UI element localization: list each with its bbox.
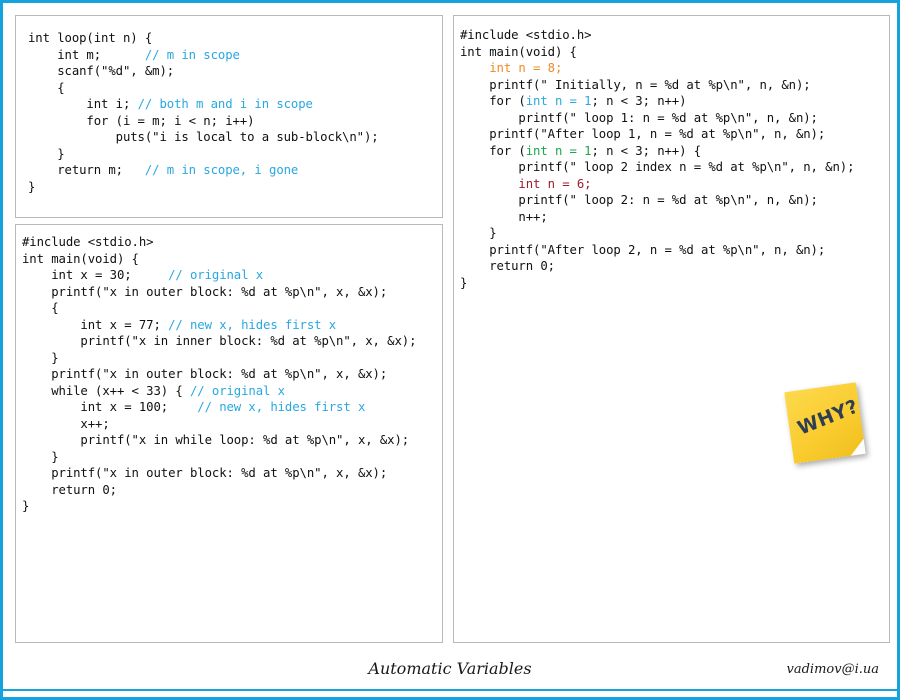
- code-panel-for-loop-scopes: #include <stdio.h> int main(void) { int …: [453, 15, 890, 643]
- footer-title: Automatic Variables: [368, 659, 532, 678]
- code-block-block-shadowing: #include <stdio.h> int main(void) { int …: [22, 235, 417, 513]
- sticky-note-dogear-icon: [848, 438, 866, 456]
- code-block-for-loop-scopes: #include <stdio.h> int main(void) { int …: [460, 28, 855, 290]
- footer-contact: vadimov@i.ua: [786, 662, 880, 677]
- sticky-note-why: WHY?: [784, 382, 866, 464]
- code-panel-block-shadowing: #include <stdio.h> int main(void) { int …: [15, 224, 443, 643]
- slide-footer: Automatic Variables vadimov@i.ua: [3, 659, 897, 691]
- code-block-loop-function: int loop(int n) { int m; // m in scope s…: [28, 31, 379, 194]
- slide-canvas: int loop(int n) { int m; // m in scope s…: [0, 0, 900, 700]
- code-panel-loop-function: int loop(int n) { int m; // m in scope s…: [15, 15, 443, 218]
- sticky-note-why-text: WHY?: [794, 395, 862, 440]
- footer-divider: [3, 689, 897, 691]
